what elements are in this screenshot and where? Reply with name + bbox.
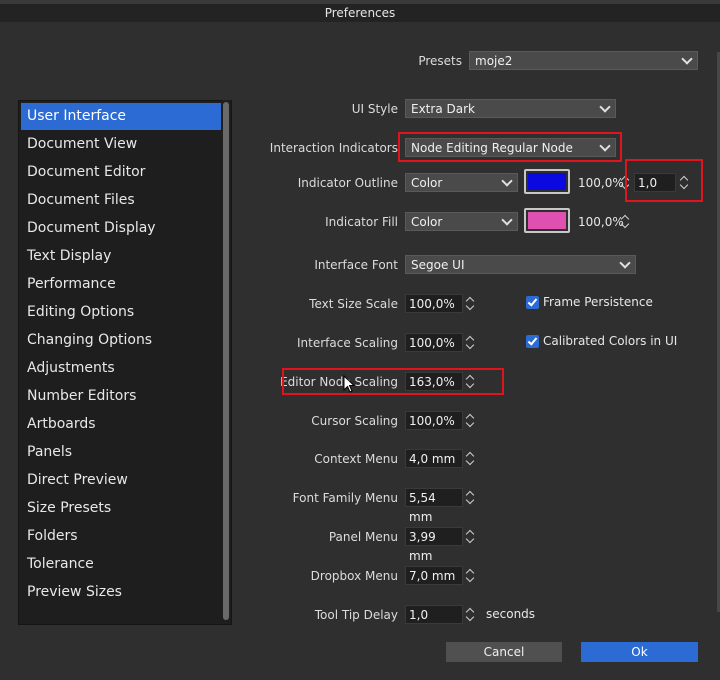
sidebar-item-user-interface[interactable]: User Interface — [21, 103, 221, 130]
chevron-down-icon — [620, 219, 630, 229]
chevron-down-icon — [501, 175, 513, 187]
cursor-scaling-stepper[interactable] — [464, 411, 476, 430]
panel-menu-input[interactable]: 3,99 mm — [405, 527, 463, 563]
sidebar-item-artboards[interactable]: Artboards — [21, 411, 221, 438]
sidebar-item-direct-preview[interactable]: Direct Preview — [21, 467, 221, 494]
panel-menu-stepper[interactable] — [464, 527, 476, 546]
tool-tip-delay-stepper[interactable] — [464, 605, 476, 624]
chevron-down-icon — [619, 257, 631, 269]
chevron-down-icon — [599, 101, 611, 113]
panel-menu-label: Panel Menu — [328, 530, 398, 544]
indicator-fill-opacity-stepper[interactable] — [619, 212, 631, 231]
sidebar-item-folders[interactable]: Folders — [21, 523, 221, 550]
dropbox-menu-stepper[interactable] — [464, 566, 476, 585]
chevron-down-icon — [465, 418, 475, 428]
sidebar-item-document-view[interactable]: Document View — [21, 131, 221, 158]
ui-style-label: UI Style — [351, 102, 398, 116]
text-size-scale-stepper[interactable] — [464, 294, 476, 313]
calibrated-colors-label: Calibrated Colors in UI — [543, 334, 678, 348]
chevron-down-icon — [465, 495, 475, 505]
chevron-down-icon — [465, 573, 475, 583]
indicator-outline-label: Indicator Outline — [297, 176, 398, 190]
interaction-indicators-label: Interaction Indicators — [269, 141, 398, 155]
sidebar-item-document-files[interactable]: Document Files — [21, 187, 221, 214]
sidebar-item-preview-sizes[interactable]: Preview Sizes — [21, 579, 221, 606]
interface-font-label: Interface Font — [314, 258, 398, 272]
dropbox-menu-input[interactable]: 7,0 mm — [405, 566, 463, 585]
cursor-scaling-label: Cursor Scaling — [311, 414, 398, 428]
frame-persistence-label: Frame Persistence — [543, 295, 653, 309]
sidebar-item-editing-options[interactable]: Editing Options — [21, 299, 221, 326]
text-size-scale-input[interactable]: 100,0% — [405, 294, 463, 313]
chevron-down-icon — [465, 301, 475, 311]
indicator-fill-mode-value: Color — [411, 215, 443, 229]
chevron-down-icon — [465, 456, 475, 466]
sidebar-item-document-editor[interactable]: Document Editor — [21, 159, 221, 186]
indicator-outline-mode-value: Color — [411, 176, 443, 190]
ok-button[interactable]: Ok — [581, 642, 698, 662]
sidebar-item-changing-options[interactable]: Changing Options — [21, 327, 221, 354]
chevron-down-icon — [465, 612, 475, 622]
context-menu-label: Context Menu — [314, 452, 398, 466]
context-menu-input[interactable]: 4,0 mm — [405, 449, 463, 468]
indicator-outline-opacity: 100,0% — [578, 176, 624, 190]
tool-tip-delay-label: Tool Tip Delay — [314, 608, 398, 622]
font-family-menu-input[interactable]: 5,54 mm — [405, 488, 463, 524]
dropbox-menu-label: Dropbox Menu — [310, 569, 398, 583]
chevron-down-icon — [465, 534, 475, 544]
indicator-fill-opacity: 100,0% — [578, 215, 624, 229]
chevron-down-icon — [465, 340, 475, 350]
sidebar-item-adjustments[interactable]: Adjustments — [21, 355, 221, 382]
interface-scaling-label: Interface Scaling — [297, 336, 398, 350]
chevron-down-icon — [501, 214, 513, 226]
indicator-outline-mode-select[interactable]: Color — [405, 173, 518, 192]
sidebar-item-tolerance[interactable]: Tolerance — [21, 551, 221, 578]
highlight-box-editor-node-scaling — [282, 368, 504, 395]
mouse-cursor-icon — [343, 375, 355, 393]
font-family-menu-label: Font Family Menu — [292, 491, 398, 505]
font-family-menu-stepper[interactable] — [464, 488, 476, 507]
ui-style-value: Extra Dark — [411, 102, 475, 116]
indicator-fill-color-swatch[interactable] — [524, 208, 570, 233]
interface-font-value: Segoe UI — [411, 258, 465, 272]
cancel-button[interactable]: Cancel — [446, 642, 562, 662]
presets-value: moje2 — [475, 54, 513, 68]
sidebar-item-number-editors[interactable]: Number Editors — [21, 383, 221, 410]
indicator-fill-mode-select[interactable]: Color — [405, 212, 518, 231]
calibrated-colors-checkbox[interactable] — [526, 335, 539, 348]
context-menu-stepper[interactable] — [464, 449, 476, 468]
interface-scaling-stepper[interactable] — [464, 333, 476, 352]
indicator-outline-color-swatch[interactable] — [524, 169, 570, 194]
interface-font-select[interactable]: Segoe UI — [405, 255, 636, 274]
frame-persistence-checkbox[interactable] — [526, 296, 539, 309]
sidebar-item-text-display[interactable]: Text Display — [21, 243, 221, 270]
presets-label: Presets — [418, 54, 462, 68]
highlight-box-outline-width — [625, 159, 703, 202]
interface-scaling-input[interactable]: 100,0% — [405, 333, 463, 352]
cursor-scaling-input[interactable]: 100,0% — [405, 411, 463, 430]
sidebar-item-size-presets[interactable]: Size Presets — [21, 495, 221, 522]
tool-tip-delay-unit: seconds — [486, 607, 536, 621]
chevron-down-icon — [681, 53, 693, 65]
indicator-fill-label: Indicator Fill — [325, 215, 398, 229]
presets-select[interactable]: moje2 — [469, 51, 698, 70]
preferences-dialog: Presets moje2 User Interface Document Vi… — [0, 22, 720, 680]
tool-tip-delay-input[interactable]: 1,0 — [405, 605, 463, 624]
window-title: Preferences — [0, 4, 720, 22]
indicator-outline-color — [528, 173, 566, 190]
ui-style-select[interactable]: Extra Dark — [405, 99, 616, 118]
indicator-fill-color — [528, 212, 566, 229]
sidebar-item-panels[interactable]: Panels — [21, 439, 221, 466]
text-size-scale-label: Text Size Scale — [309, 297, 398, 311]
sidebar-item-performance[interactable]: Performance — [21, 271, 221, 298]
highlight-box-interaction-indicators — [398, 132, 622, 162]
sidebar-item-document-display[interactable]: Document Display — [21, 215, 221, 242]
